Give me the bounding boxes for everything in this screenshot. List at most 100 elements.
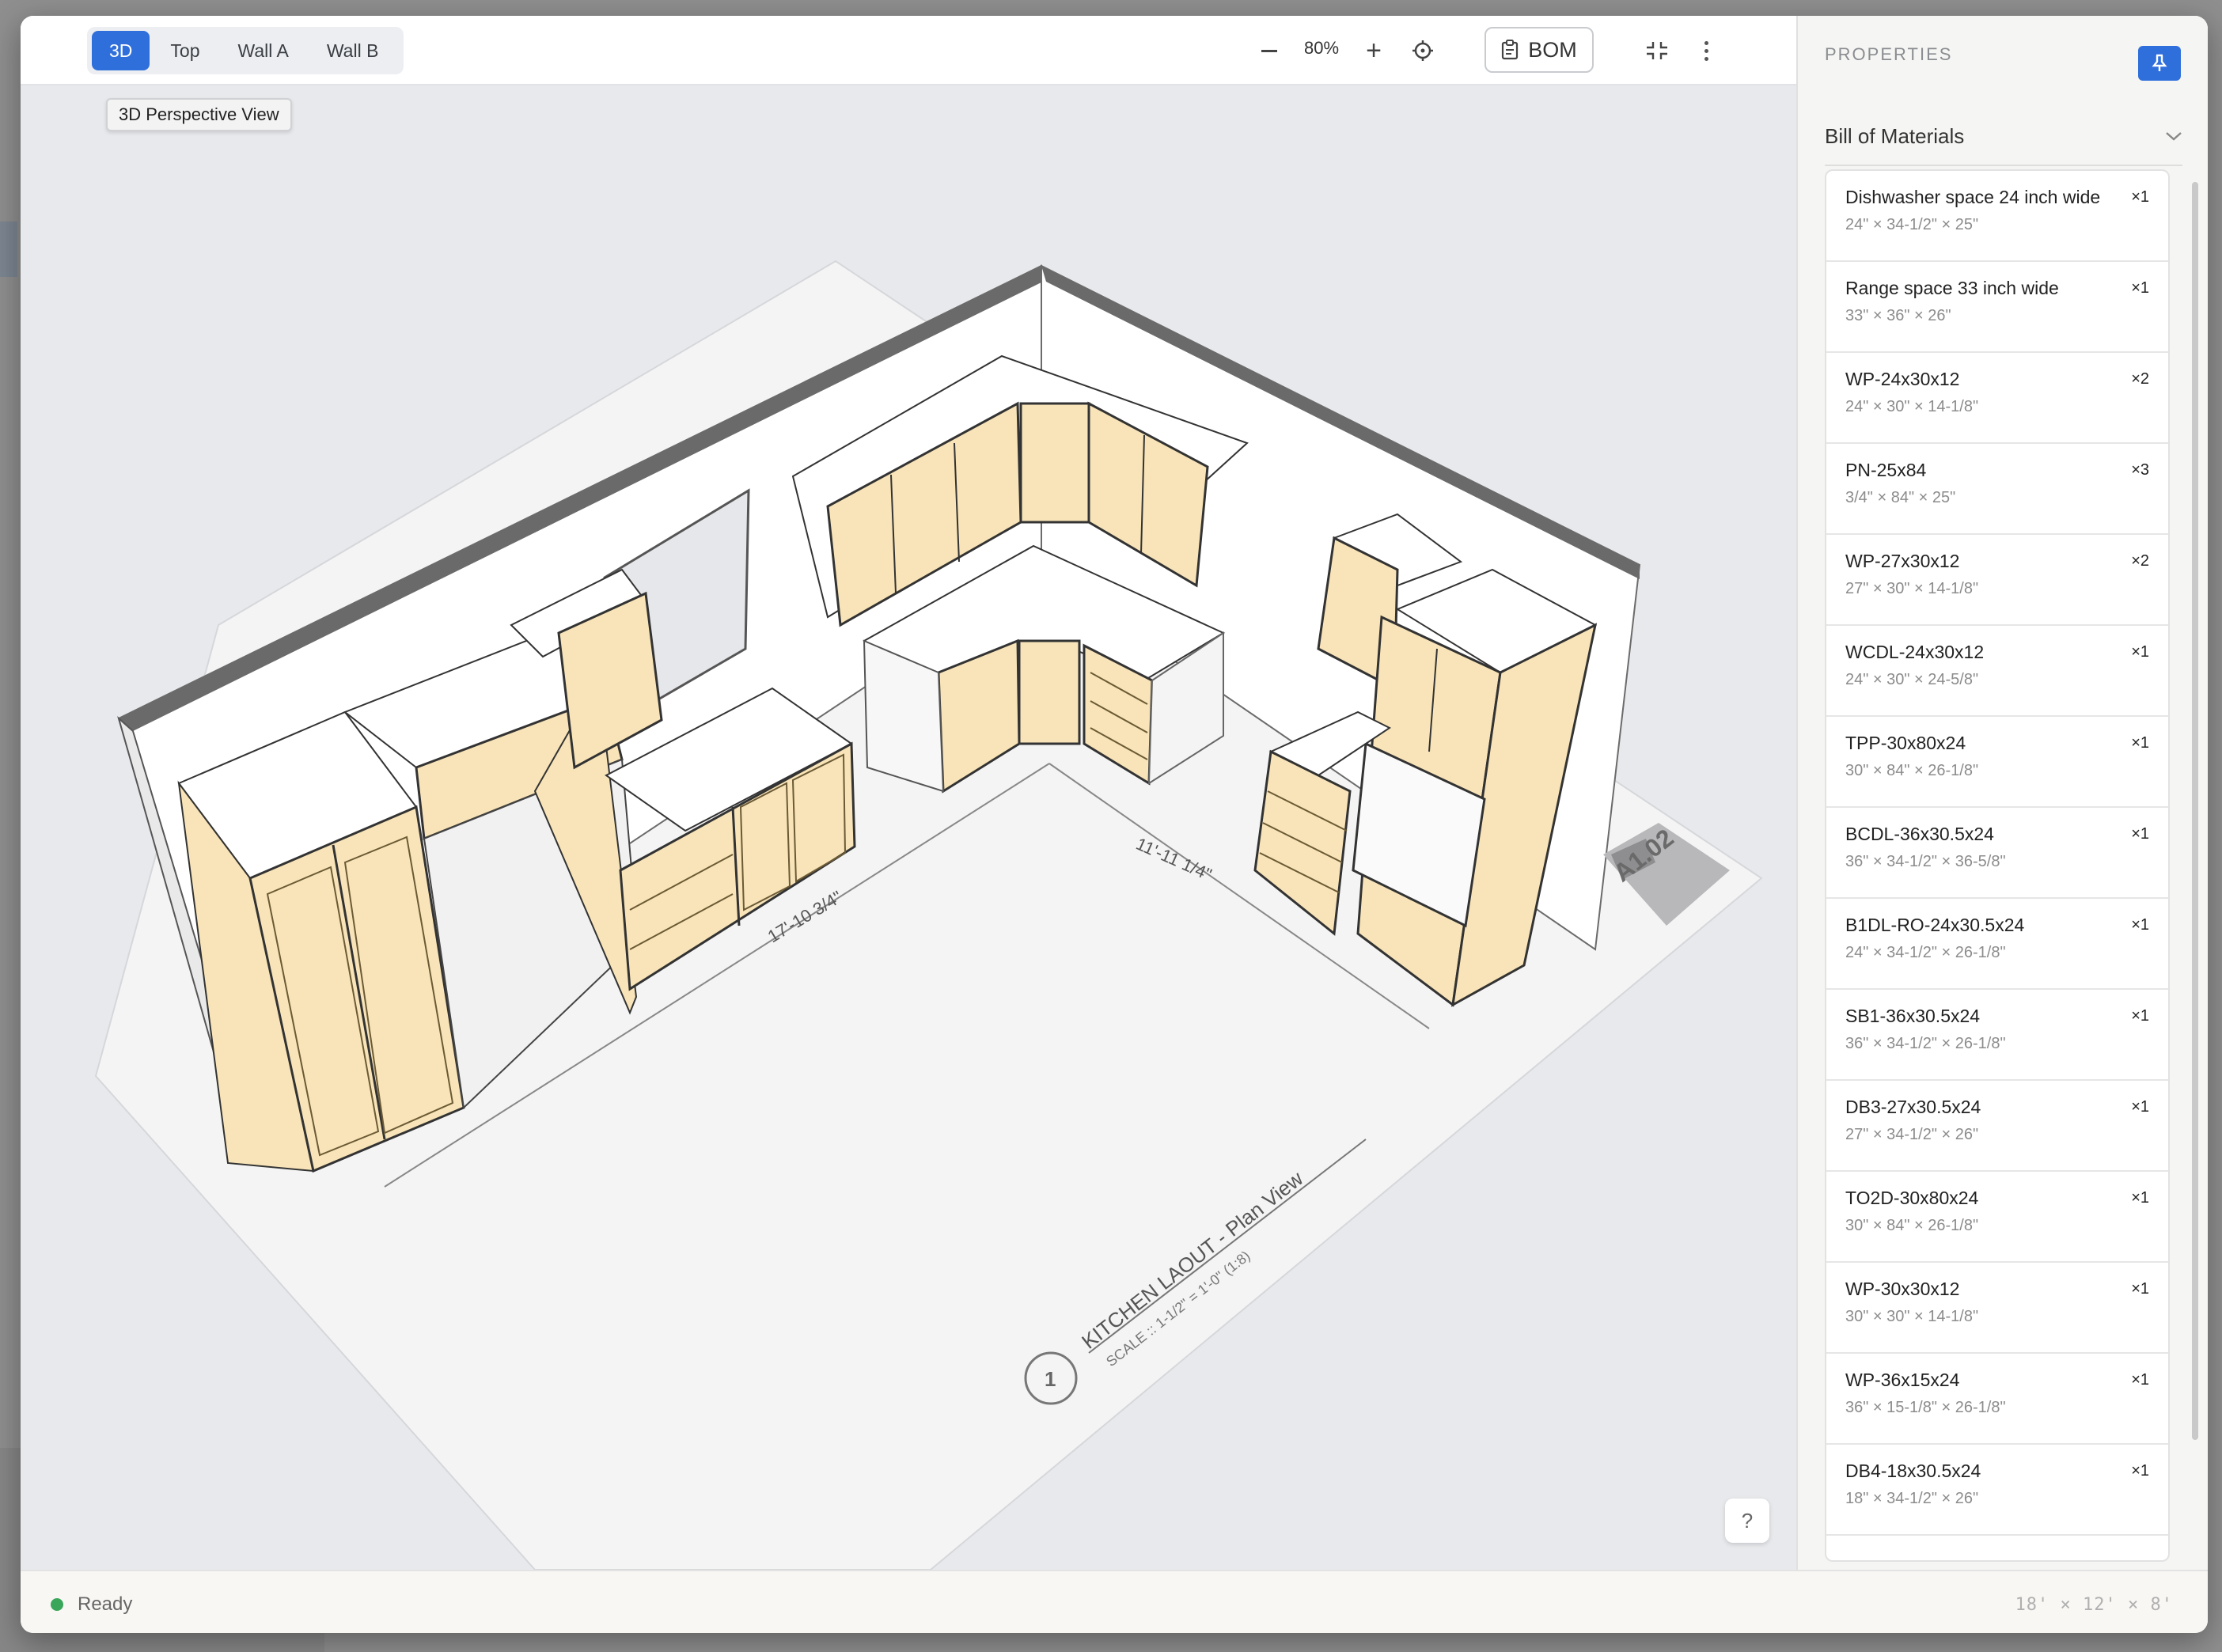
bom-item-quantity: ×1 [2131,1371,2149,1389]
bom-item[interactable]: WP-27x30x12 ×2 27" × 30" × 14-1/8" [1826,535,2168,626]
bom-item-dimensions: 30" × 84" × 26-1/8" [1845,762,1979,779]
upper-corner-front-b [1019,402,1090,524]
bom-item-quantity: ×1 [2131,1007,2149,1025]
bom-item-quantity: ×1 [2131,916,2149,934]
bom-item-name: B1DL-RO-24x30.5x24 [1845,915,2025,935]
bom-item-name: WCDL-24x30x12 [1845,642,1985,662]
view-tooltip: 3D Perspective View [106,98,292,131]
bom-button[interactable]: BOM [1484,27,1594,73]
bom-item-name: WP-24x30x12 [1845,369,1960,389]
bom-item-name: WP-36x15x24 [1845,1370,1960,1390]
bom-item-dimensions: 24" × 30" × 14-1/8" [1845,398,1979,415]
plan-callout-number: 1 [1045,1367,1056,1391]
bom-item-dimensions: 3/4" × 84" × 25" [1845,489,1956,506]
properties-panel: PROPERTIES Bill of Materials Dishwasher … [1796,16,2208,1570]
view-wall-b-button[interactable]: Wall B [309,31,396,70]
bom-item-name: BCDL-36x30.5x24 [1845,824,1994,844]
bom-item-name: WP-30x30x12 [1845,1279,1960,1299]
bom-item-quantity: ×3 [2131,461,2149,479]
bom-item[interactable]: DB4-18x30.5x24 ×1 18" × 34-1/2" × 26" [1826,1445,2168,1536]
bom-item-dimensions: 30" × 84" × 26-1/8" [1845,1217,1979,1234]
view-top-button[interactable]: Top [153,31,217,70]
viewport-toolbar: 3D Top Wall A Wall B 80% + BOM [21,16,1796,85]
collapse-icon [1647,42,1667,59]
bom-item-name: DB4-18x30.5x24 [1845,1461,1981,1481]
base-corner-front-b [1018,639,1081,745]
status-text: Ready [78,1593,133,1615]
kitchen-designer-window: 17'-10 3/4" 11'-11 1/4" KITCHEN LAOUT - … [21,16,2208,1633]
bom-item-dimensions: 36" × 34-1/2" × 26-1/8" [1845,1035,2006,1052]
bom-item[interactable]: SB1-36x30.5x24 ×1 36" × 34-1/2" × 26-1/8… [1826,990,2168,1081]
bom-list[interactable]: Dishwasher space 24 inch wide ×1 24" × 3… [1825,169,2170,1562]
bom-item[interactable]: BCDL-36x30.5x24 ×1 36" × 34-1/2" × 36-5/… [1826,808,2168,899]
background-sidebar-accent [0,222,17,277]
view-wall-a-button[interactable]: Wall A [221,31,306,70]
status-indicator-icon [51,1598,63,1611]
bom-item-name: WP-27x30x12 [1845,551,1960,571]
bom-item-quantity: ×1 [2131,1098,2149,1116]
bom-item-name: TO2D-30x80x24 [1845,1188,1979,1208]
bom-item-quantity: ×1 [2131,1280,2149,1298]
bom-item-dimensions: 27" × 34-1/2" × 26" [1845,1126,1979,1143]
bom-item[interactable]: TPP-30x80x24 ×1 30" × 84" × 26-1/8" [1826,717,2168,808]
zoom-out-button[interactable] [1252,33,1287,68]
help-button[interactable]: ? [1725,1499,1769,1543]
kitchen-3d-scene[interactable]: 17'-10 3/4" 11'-11 1/4" KITCHEN LAOUT - … [21,16,1796,1570]
bom-item-dimensions: 24" × 34-1/2" × 26-1/8" [1845,944,2006,961]
plus-icon: + [1366,36,1382,66]
bom-item-dimensions: 24" × 34-1/2" × 25" [1845,216,1979,233]
bom-item-quantity: ×1 [2131,279,2149,297]
bom-item-quantity: ×1 [2131,643,2149,661]
bom-section-header[interactable]: Bill of Materials [1825,108,2182,166]
bom-item-dimensions: 18" × 34-1/2" × 26" [1845,1490,1979,1507]
room-dimensions: 18' × 12' × 8' [2015,1595,2173,1615]
bom-item-name: PN-25x84 [1845,460,1927,480]
bom-item-dimensions: 30" × 30" × 14-1/8" [1845,1308,1979,1325]
clipboard-icon [1502,40,1519,60]
bom-item-quantity: ×2 [2131,370,2149,388]
minus-icon [1261,49,1277,52]
bom-item[interactable]: Range space 33 inch wide ×1 33" × 36" × … [1826,262,2168,353]
bom-item-quantity: ×2 [2131,552,2149,570]
zoom-level: 80% [1303,38,1340,58]
crosshair-icon [1412,40,1433,61]
recenter-button[interactable] [1405,33,1440,68]
bom-item[interactable]: DB3-27x30.5x24 ×1 27" × 34-1/2" × 26" [1826,1081,2168,1172]
bom-button-label: BOM [1528,37,1577,62]
collapse-button[interactable] [1640,33,1674,68]
bom-item[interactable]: TO2D-30x80x24 ×1 30" × 84" × 26-1/8" [1826,1172,2168,1263]
view-mode-switch: 3D Top Wall A Wall B [87,27,404,74]
bom-section-title: Bill of Materials [1825,123,1965,148]
bom-item[interactable]: WP-30x30x12 ×1 30" × 30" × 14-1/8" [1826,1263,2168,1354]
bom-item-dimensions: 36" × 15-1/8" × 26-1/8" [1845,1399,2006,1416]
panel-title: PROPERTIES [1825,44,1953,64]
bom-scrollbar[interactable] [2192,182,2198,1440]
view-3d-button[interactable]: 3D [92,31,150,70]
more-vertical-icon [1704,40,1708,45]
status-bar: Ready 18' × 12' × 8' [21,1570,2208,1633]
bom-item-quantity: ×1 [2131,1462,2149,1480]
zoom-in-button[interactable]: + [1356,33,1391,68]
pin-panel-button[interactable] [2138,46,2181,81]
3d-viewport[interactable]: 17'-10 3/4" 11'-11 1/4" KITCHEN LAOUT - … [21,16,1796,1570]
bom-item-dimensions: 36" × 34-1/2" × 36-5/8" [1845,853,2006,870]
bom-item[interactable]: WP-24x30x12 ×2 24" × 30" × 14-1/8" [1826,353,2168,444]
pin-icon [2152,54,2167,71]
bom-item-dimensions: 24" × 30" × 24-5/8" [1845,671,1979,688]
chevron-down-icon [2166,132,2182,141]
bom-item-dimensions: 33" × 36" × 26" [1845,307,1951,324]
bom-item-name: TPP-30x80x24 [1845,733,1966,753]
bom-item[interactable]: PN-25x84 ×3 3/4" × 84" × 25" [1826,444,2168,535]
bom-item-name: Dishwasher space 24 inch wide [1845,187,2101,207]
bom-item-name: Range space 33 inch wide [1845,278,2059,298]
bom-item[interactable]: WCDL-24x30x12 ×1 24" × 30" × 24-5/8" [1826,626,2168,717]
bom-item-quantity: ×1 [2131,734,2149,752]
bom-item-name: DB3-27x30.5x24 [1845,1097,1981,1117]
bom-item-dimensions: 27" × 30" × 14-1/8" [1845,580,1979,597]
bom-item[interactable]: Dishwasher space 24 inch wide ×1 24" × 3… [1826,171,2168,262]
bom-item[interactable]: WP-36x15x24 ×1 36" × 15-1/8" × 26-1/8" [1826,1354,2168,1445]
more-menu-button[interactable] [1690,33,1722,68]
bom-item[interactable]: B1DL-RO-24x30.5x24 ×1 24" × 34-1/2" × 26… [1826,899,2168,990]
bom-item-quantity: ×1 [2131,1189,2149,1207]
bom-item-name: SB1-36x30.5x24 [1845,1006,1981,1026]
